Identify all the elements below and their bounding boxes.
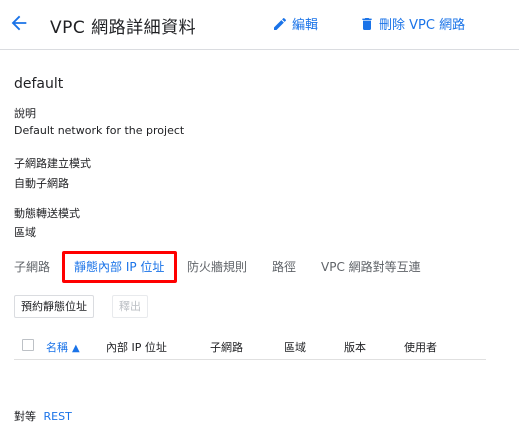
column-name[interactable]: 名稱 ▲	[46, 339, 80, 355]
column-subnet[interactable]: 子網路	[210, 339, 243, 355]
select-all-checkbox[interactable]	[22, 339, 34, 351]
sort-ascending-icon: ▲	[72, 343, 80, 354]
reserve-static-address-button[interactable]: 預約靜態位址	[14, 295, 94, 318]
peering-rest-link[interactable]: REST	[44, 410, 72, 423]
peering-label: 對等	[14, 410, 36, 423]
active-tab-highlight	[62, 251, 177, 283]
page-header: VPC 網路詳細資料 編輯 刪除 VPC 網路	[0, 0, 519, 50]
edit-button-label: 編輯	[292, 18, 319, 33]
tab-firewall-rules[interactable]: 防火牆規則	[187, 258, 247, 275]
subnet-mode-value: 自動子網路	[14, 177, 69, 190]
table-header: 名稱 ▲ 內部 IP 位址 子網路 區域 版本 使用者	[14, 334, 486, 360]
routing-mode-label: 動態轉送模式	[14, 207, 80, 220]
page-title: VPC 網路詳細資料	[50, 18, 197, 38]
column-region[interactable]: 區域	[284, 339, 306, 355]
network-name: default	[14, 76, 64, 92]
column-version[interactable]: 版本	[344, 339, 366, 355]
release-button[interactable]: 釋出	[112, 295, 148, 318]
tab-routes[interactable]: 路徑	[272, 258, 296, 275]
delete-vpc-button[interactable]: 刪除 VPC 網路	[359, 14, 465, 33]
tab-vpc-peering[interactable]: VPC 網路對等互連	[321, 258, 421, 275]
column-name-label: 名稱	[46, 341, 68, 354]
routing-mode-value: 區域	[14, 226, 36, 239]
pencil-icon	[274, 17, 287, 30]
subnet-mode-label: 子網路建立模式	[14, 157, 91, 170]
column-user[interactable]: 使用者	[404, 339, 437, 355]
arrow-back-icon[interactable]	[8, 12, 30, 34]
tab-subnets[interactable]: 子網路	[14, 258, 50, 275]
description-value: Default network for the project	[14, 124, 185, 137]
description-label: 說明	[14, 107, 36, 120]
peering-section: 對等 REST	[14, 408, 72, 424]
column-internal-ip[interactable]: 內部 IP 位址	[106, 339, 167, 355]
edit-button[interactable]: 編輯	[272, 14, 318, 33]
delete-button-label: 刪除 VPC 網路	[379, 18, 466, 33]
trash-icon	[362, 17, 372, 30]
